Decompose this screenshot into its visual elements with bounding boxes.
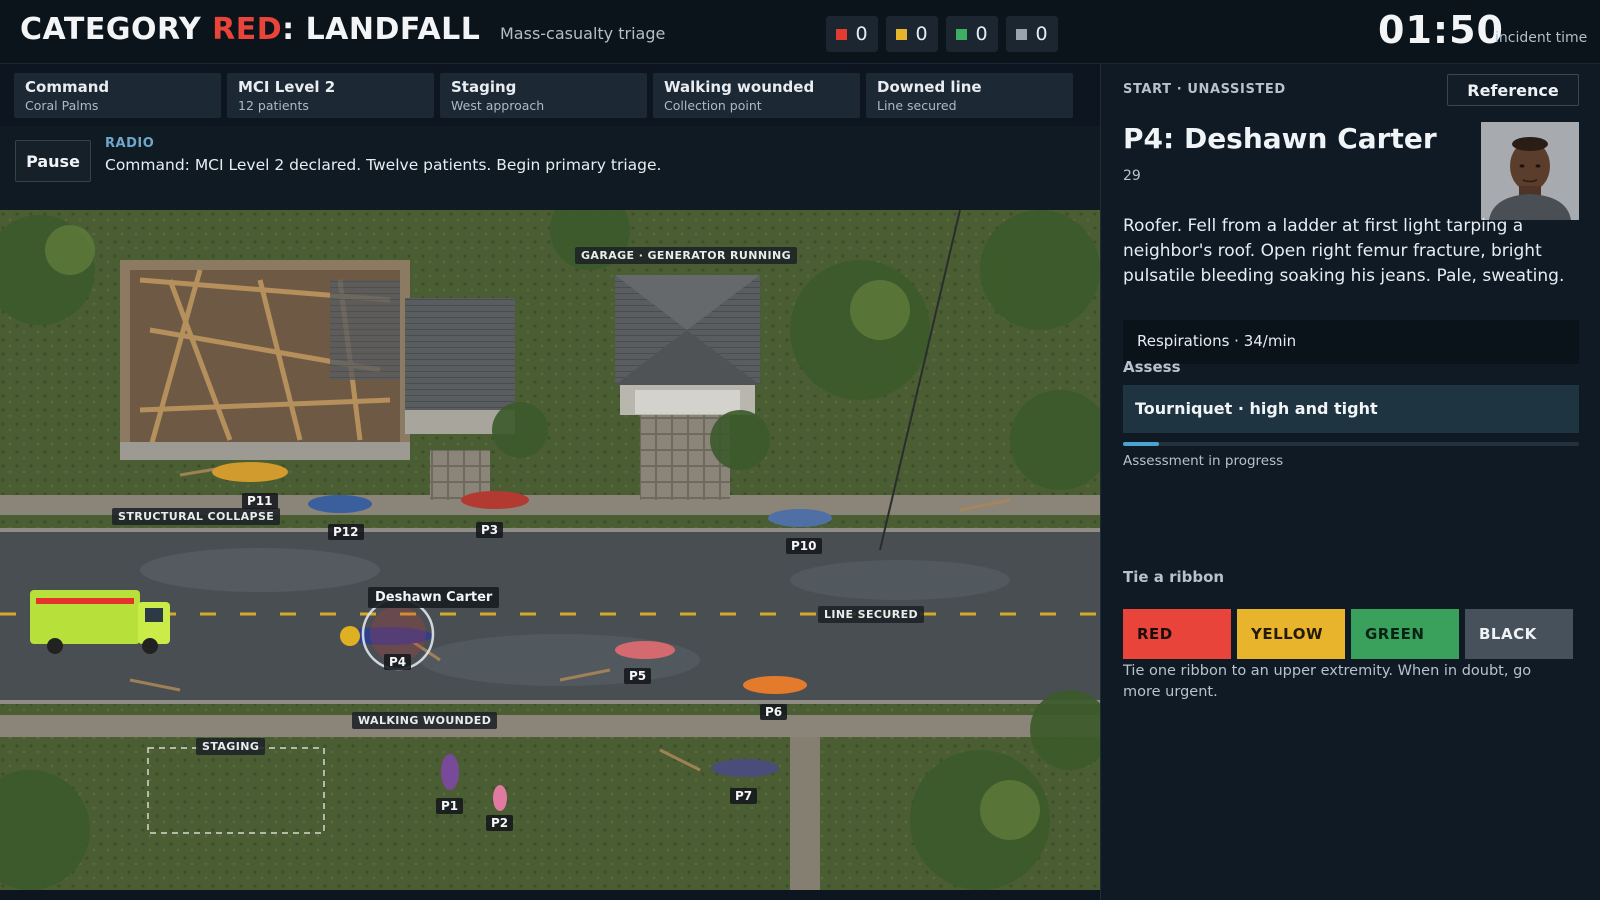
tally-red-swatch	[836, 28, 848, 40]
card-command: Command Coral Palms	[14, 73, 221, 118]
vital-sign-readout: Respirations · 34/min	[1123, 320, 1579, 364]
card-title: Command	[25, 78, 110, 96]
patient-tag-p7[interactable]: P7	[730, 788, 758, 804]
tally-black-count: 0	[1035, 23, 1048, 45]
assessment-progress-text: Assessment in progress	[1123, 453, 1284, 469]
tally-red-count: 0	[855, 23, 868, 45]
radio-panel: Pause RADIO Command: MCI Level 2 declare…	[0, 126, 1100, 210]
patient-portrait	[1481, 122, 1579, 220]
side-garage-roof	[405, 298, 515, 418]
tally-yellow: 0	[886, 16, 938, 52]
tourniquet-action-button[interactable]: Tourniquet · high and tight	[1123, 385, 1579, 433]
patient-tag-p4[interactable]: P4	[384, 654, 412, 670]
title-suffix: : LANDFALL	[282, 12, 481, 47]
tally-yellow-count: 0	[915, 23, 928, 45]
tally-green: 0	[946, 16, 998, 52]
ribbon-instruction-note: Tie one ribbon to an upper extremity. Wh…	[1123, 663, 1532, 700]
patient-tag-p12[interactable]: P12	[328, 524, 364, 540]
zone-label-line-secured: LINE SECURED	[818, 606, 925, 623]
assessment-progress-fill	[1123, 442, 1160, 446]
avatar-icon	[1481, 122, 1579, 220]
card-mci-level: MCI Level 2 12 patients	[227, 73, 434, 118]
tally-black: 0	[1006, 16, 1058, 52]
tally-black-swatch	[1016, 28, 1028, 40]
card-title: Downed line	[877, 78, 982, 96]
card-title: Walking wounded	[664, 78, 815, 96]
radio-label: RADIO	[105, 136, 155, 151]
card-subtitle: Collection point	[664, 98, 762, 113]
incident-clock: 01:50	[1378, 8, 1504, 52]
patient-panel: START · UNASSISTED Reference P4: Deshawn…	[1100, 64, 1600, 900]
card-subtitle: Coral Palms	[25, 98, 99, 113]
garage-building	[615, 275, 760, 415]
status-cards: Command Coral Palms MCI Level 2 12 patie…	[14, 73, 1090, 118]
ribbon-green-button[interactable]: GREEN	[1351, 609, 1459, 659]
pause-button[interactable]: Pause	[15, 140, 91, 182]
card-title: MCI Level 2	[238, 78, 336, 96]
focused-patient-name: Deshawn Carter	[368, 587, 500, 608]
zone-label-walking-wounded[interactable]: WALKING WOUNDED	[352, 712, 498, 729]
ribbon-yellow-button[interactable]: YELLOW	[1237, 609, 1345, 659]
patient-name: P4: Deshawn Carter	[1123, 122, 1437, 155]
map-terrain	[0, 210, 1100, 890]
title-prefix: CATEGORY	[20, 12, 213, 47]
collapsed-house	[120, 260, 410, 460]
assessment-progress-bar	[1123, 442, 1579, 446]
card-staging: Staging West approach	[440, 73, 647, 118]
assess-section-label: Assess	[1123, 358, 1181, 376]
top-bar: CATEGORY RED: LANDFALL Mass-casualty tri…	[0, 0, 1600, 64]
ribbon-section-label: Tie a ribbon	[1123, 568, 1225, 586]
game-title: CATEGORY RED: LANDFALL	[20, 12, 480, 47]
card-walking-wounded: Walking wounded Collection point	[653, 73, 860, 118]
patient-tag-p11[interactable]: P11	[242, 493, 278, 509]
reference-button[interactable]: Reference	[1447, 74, 1579, 106]
card-subtitle: West approach	[451, 98, 545, 113]
patient-tag-p3[interactable]: P3	[476, 522, 504, 538]
tally-green-swatch	[956, 28, 968, 40]
lower-sidewalk	[0, 715, 1100, 737]
incident-clock-label: incident time	[1495, 30, 1588, 46]
patient-tag-p10[interactable]: P10	[786, 538, 822, 554]
patient-tag-p2[interactable]: P2	[486, 815, 514, 831]
card-title: Staging	[451, 78, 517, 96]
ribbon-red-button[interactable]: RED	[1123, 609, 1231, 659]
tally-yellow-swatch	[896, 28, 908, 40]
patient-tag-p1[interactable]: P1	[436, 798, 464, 814]
patient-tag-p6[interactable]: P6	[760, 704, 788, 720]
card-downed-line: Downed line Line secured	[866, 73, 1073, 118]
patient-tag-p5[interactable]: P5	[624, 668, 652, 684]
tally-green-count: 0	[975, 23, 988, 45]
ribbon-black-button[interactable]: BLACK	[1465, 609, 1573, 659]
card-subtitle: Line secured	[877, 98, 957, 113]
triage-protocol-label: START · UNASSISTED	[1123, 82, 1286, 97]
scene-map[interactable]: GARAGE · GENERATOR RUNNING STRUCTURAL CO…	[0, 210, 1100, 890]
zone-label-staging[interactable]: STAGING	[196, 738, 266, 755]
patient-narrative: Roofer. Fell from a ladder at first ligh…	[1123, 216, 1565, 286]
side-path	[790, 737, 820, 890]
title-red-word: RED	[212, 12, 283, 47]
zone-label-structural-collapse: STRUCTURAL COLLAPSE	[112, 508, 281, 525]
card-subtitle: 12 patients	[238, 98, 309, 113]
tally-red: 0	[826, 16, 878, 52]
zone-label-garage: GARAGE · GENERATOR RUNNING	[575, 247, 797, 264]
radio-message: Command: MCI Level 2 declared. Twelve pa…	[105, 156, 662, 174]
patient-age: 29	[1123, 168, 1141, 184]
game-subtitle: Mass-casualty triage	[500, 24, 666, 43]
